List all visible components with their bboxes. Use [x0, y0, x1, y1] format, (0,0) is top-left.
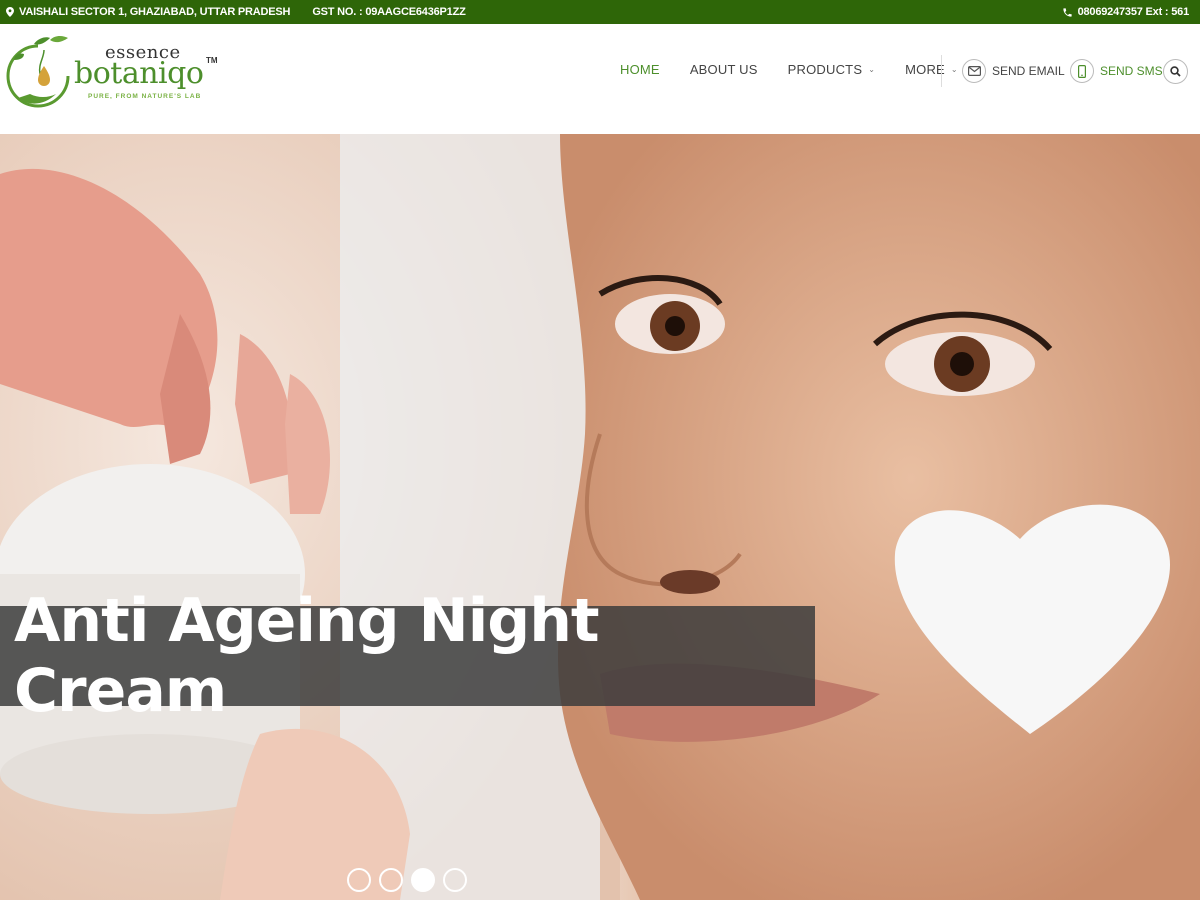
nav-more[interactable]: MORE ⌄	[905, 62, 958, 77]
logo-tagline: PURE, FROM NATURE'S LAB	[88, 93, 202, 100]
brand-logo[interactable]: essence botaniqo TM PURE, FROM NATURE'S …	[4, 36, 224, 116]
hero-slider: Anti Ageing Night Cream	[0, 134, 1200, 900]
nav-home-label: HOME	[620, 61, 660, 77]
slider-dot-4[interactable]	[443, 868, 467, 892]
top-info-bar: VAISHALI SECTOR 1, GHAZIABAD, UTTAR PRAD…	[0, 0, 1200, 24]
nav-more-label: MORE	[905, 61, 945, 77]
nav-divider	[941, 55, 942, 87]
nav-products[interactable]: PRODUCTS ⌄	[788, 62, 875, 77]
slider-dot-3[interactable]	[411, 868, 435, 892]
address-text: VAISHALI SECTOR 1, GHAZIABAD, UTTAR PRAD…	[19, 6, 291, 18]
logo-line2: botaniqo	[74, 56, 204, 91]
search-icon	[1170, 66, 1181, 77]
slider-dot-1[interactable]	[347, 868, 371, 892]
nav-home[interactable]: HOME	[620, 62, 660, 77]
trademark-mark: TM	[206, 56, 218, 65]
leaf-drop-logo-icon	[6, 36, 70, 108]
hero-caption-text: Anti Ageing Night Cream	[14, 586, 600, 726]
phone-icon	[1062, 7, 1072, 17]
gst-number: GST NO. : 09AAGCE6436P1ZZ	[312, 6, 466, 18]
site-header: essence botaniqo TM PURE, FROM NATURE'S …	[0, 24, 1200, 134]
hero-image	[0, 134, 1200, 900]
email-icon	[962, 59, 986, 83]
chevron-down-icon: ⌄	[868, 64, 876, 74]
phone-block[interactable]: 08069247357 Ext : 561	[1062, 6, 1189, 18]
send-sms-label: SEND SMS	[1100, 64, 1163, 78]
main-nav: HOME ABOUT US PRODUCTS ⌄ MORE ⌄	[620, 54, 958, 84]
address-block: VAISHALI SECTOR 1, GHAZIABAD, UTTAR PRAD…	[6, 6, 291, 18]
send-email-button[interactable]: SEND EMAIL	[962, 59, 1065, 83]
nav-products-label: PRODUCTS	[787, 61, 863, 77]
chevron-down-icon: ⌄	[950, 64, 958, 74]
location-pin-icon	[6, 7, 14, 17]
hero-caption: Anti Ageing Night Cream	[0, 586, 815, 726]
mobile-icon	[1070, 59, 1094, 83]
search-button[interactable]	[1163, 59, 1188, 84]
send-email-label: SEND EMAIL	[992, 64, 1065, 78]
slider-dot-2[interactable]	[379, 868, 403, 892]
phone-text: 08069247357 Ext : 561	[1077, 6, 1190, 18]
send-sms-button[interactable]: SEND SMS	[1070, 59, 1163, 83]
slider-pagination	[347, 868, 467, 892]
nav-about-label: ABOUT US	[689, 61, 758, 77]
nav-about-us[interactable]: ABOUT US	[690, 62, 758, 77]
